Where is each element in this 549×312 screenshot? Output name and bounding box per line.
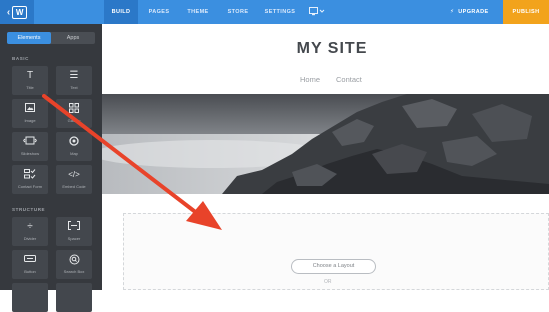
weebly-logo-icon: W (12, 5, 28, 19)
map-icon (56, 136, 92, 150)
element-label: Slideshow (20, 151, 40, 156)
element-button[interactable]: Button (12, 250, 48, 279)
text-icon: ☰ (69, 70, 79, 81)
element-label: Map (70, 151, 78, 156)
element-label: Divider (23, 236, 37, 241)
element-label: Title (26, 85, 34, 90)
element-label: Spacer (67, 236, 81, 241)
upgrade-label: UPGRADE (458, 9, 489, 15)
title-icon: T (26, 70, 34, 81)
device-preview-dropdown[interactable] (309, 7, 325, 18)
element-map[interactable]: Map (56, 132, 92, 161)
tab-settings[interactable]: SETTINGS (260, 0, 300, 24)
upgrade-button[interactable]: ⚡ UPGRADE (450, 0, 489, 24)
element-label: Gallery (67, 118, 81, 123)
tab-theme[interactable]: THEME (180, 0, 216, 24)
elements-tab[interactable]: Elements (7, 32, 51, 44)
tab-pages[interactable]: PAGES (142, 0, 176, 24)
element-image[interactable]: Image (12, 99, 48, 128)
element-more[interactable] (12, 283, 48, 312)
choose-layout-button[interactable]: Choose a Layout (291, 259, 376, 274)
element-label: Text (70, 85, 78, 90)
element-more[interactable] (56, 283, 92, 312)
divider-icon: ÷ (27, 221, 33, 232)
element-slideshow[interactable]: Slideshow (12, 132, 48, 161)
chevron-left-icon: ‹ (6, 6, 11, 18)
element-title[interactable]: T Title (12, 66, 48, 95)
section-basic-label: BASIC (12, 56, 30, 61)
element-label: Button (24, 269, 36, 274)
rocky-shore-photo (102, 94, 549, 194)
site-title[interactable]: MY SITE (102, 40, 549, 58)
element-label: Embed Code (62, 184, 86, 189)
tab-store[interactable]: STORE (220, 0, 256, 24)
element-divider[interactable]: ÷ Divider (12, 217, 48, 246)
spacer-icon (56, 221, 92, 234)
gallery-icon (56, 103, 92, 117)
desktop-preview-icon (309, 7, 325, 16)
nav-link-home[interactable]: Home (300, 75, 320, 84)
embed-code-icon: </> (68, 170, 80, 179)
nav-link-contact[interactable]: Contact (336, 75, 362, 84)
element-spacer[interactable]: Spacer (56, 217, 92, 246)
lightning-icon: ⚡ (450, 9, 455, 15)
slideshow-icon (12, 136, 48, 150)
publish-button[interactable]: PUBLISH (503, 0, 549, 24)
element-gallery[interactable]: Gallery (56, 99, 92, 128)
section-structure-label: STRUCTURE (12, 207, 46, 212)
top-toolbar: ‹ W BUILD PAGES THEME STORE SETTINGS ⚡ UP… (0, 0, 549, 24)
element-embed-code[interactable]: </> Embed Code (56, 165, 92, 194)
search-box-icon (56, 254, 92, 269)
or-separator: OR (324, 279, 332, 285)
elements-apps-toggle: Elements Apps (7, 32, 95, 44)
elements-sidebar: Elements Apps BASIC T Title ☰ Text Image… (0, 24, 102, 312)
tab-build[interactable]: BUILD (104, 0, 138, 24)
contact-form-icon (12, 169, 48, 183)
header-banner-image[interactable] (102, 94, 549, 194)
button-icon (12, 254, 48, 266)
element-label: Search Box (63, 269, 85, 274)
back-to-dashboard-button[interactable]: ‹ W (0, 0, 34, 24)
empty-content-section[interactable] (123, 213, 549, 290)
element-text[interactable]: ☰ Text (56, 66, 92, 95)
image-icon (12, 103, 48, 116)
element-label: Contact Form (17, 184, 43, 189)
apps-tab[interactable]: Apps (51, 32, 95, 44)
element-search-box[interactable]: Search Box (56, 250, 92, 279)
element-contact-form[interactable]: Contact Form (12, 165, 48, 194)
element-label: Image (24, 118, 36, 123)
